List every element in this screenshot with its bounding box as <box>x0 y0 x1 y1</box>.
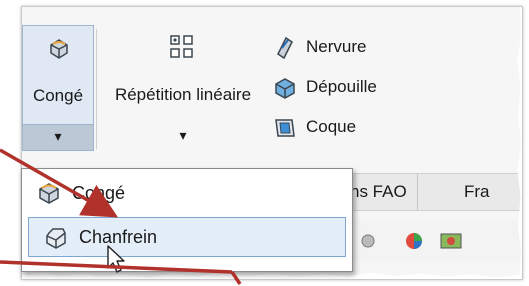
cursor-icon <box>107 245 125 273</box>
repetition-dropdown[interactable]: ▾ <box>100 127 266 144</box>
fillet-icon <box>39 183 59 204</box>
draft-icon <box>275 78 295 99</box>
linear-pattern-icon <box>170 35 193 58</box>
rib-icon <box>277 36 293 60</box>
depouille-button[interactable]: Dépouille <box>272 73 377 101</box>
conge-button[interactable]: Congé <box>22 25 94 125</box>
fillet-icon <box>50 39 68 59</box>
tab-fra[interactable]: Fra <box>454 174 500 210</box>
menu-item-conge[interactable]: Congé <box>22 173 352 213</box>
separator <box>96 29 97 149</box>
repetition-lineaire-button[interactable]: Répétition linéaire ▾ <box>100 25 266 151</box>
appearance-icon[interactable] <box>402 229 426 253</box>
coque-label: Coque <box>306 117 357 136</box>
conge-dropdown-menu: Congé Chanfrein <box>21 168 353 272</box>
menu-item-label: Congé <box>72 182 126 203</box>
depouille-label: Dépouille <box>306 77 377 96</box>
coque-button[interactable]: Coque <box>272 113 356 141</box>
menu-item-chanfrein[interactable]: Chanfrein <box>28 217 346 257</box>
repetition-label: Répétition linéaire <box>114 85 252 104</box>
shell-icon <box>275 119 295 137</box>
chamfer-icon <box>46 228 66 249</box>
scene-icon[interactable] <box>438 229 464 253</box>
conge-label: Congé <box>32 86 84 105</box>
nervure-button[interactable]: Nervure <box>272 33 366 61</box>
conge-dropdown-button[interactable]: ▾ <box>22 125 94 151</box>
view-icon[interactable] <box>358 231 378 251</box>
nervure-label: Nervure <box>306 37 367 56</box>
